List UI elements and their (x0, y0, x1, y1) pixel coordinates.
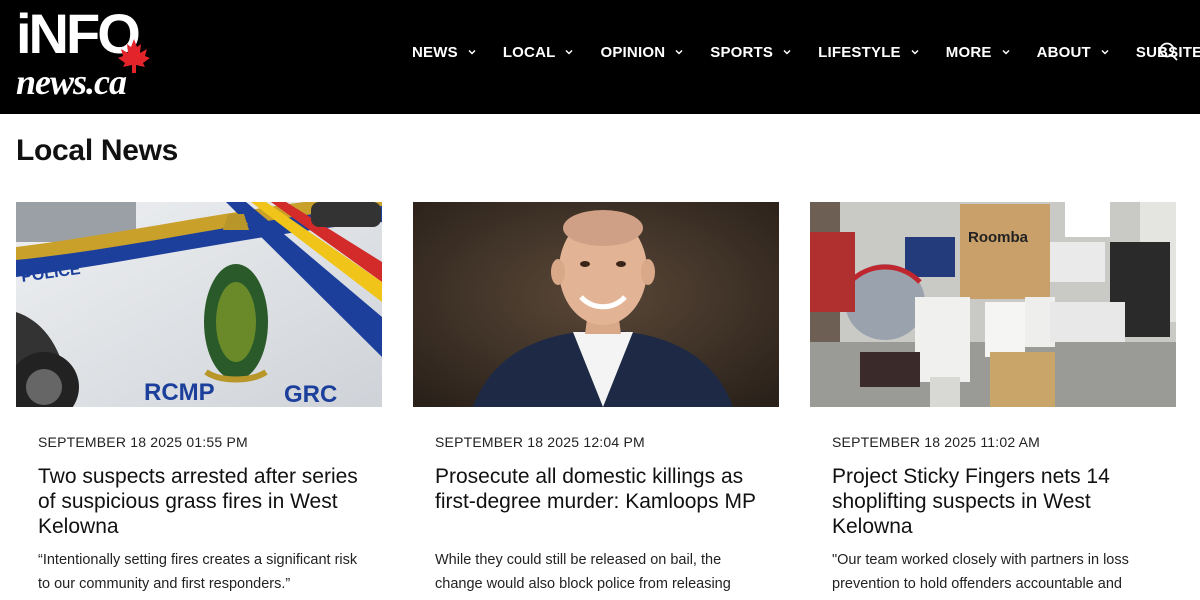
nav-item-label: LIFESTYLE (818, 43, 901, 61)
image-text-grc: GRC (284, 381, 337, 407)
logo-line2: news.ca (16, 62, 127, 102)
nav-item-label: NEWS (412, 43, 458, 61)
chevron-down-icon (911, 49, 919, 55)
chevron-down-icon (1002, 49, 1010, 55)
article-date: SEPTEMBER 18 2025 11:02 AM (832, 434, 1041, 450)
nav-item-opinion[interactable]: OPINION (600, 44, 684, 61)
article-card[interactable]: Roomba SEPTEMBER 18 2025 11:02 AM Projec… (810, 202, 1176, 592)
article-title[interactable]: Two suspects arrested after series of su… (38, 464, 368, 539)
article-title[interactable]: Project Sticky Fingers nets 14 shoplifti… (832, 464, 1162, 539)
image-text-rcmp: RCMP (144, 379, 215, 406)
nav-item-about[interactable]: ABOUT (1037, 44, 1110, 61)
article-image-rcmp[interactable]: POLICE RCMP GRC (16, 202, 382, 407)
article-card[interactable]: POLICE RCMP GRC SEPTEMBER 18 2025 01:55 … (16, 202, 382, 592)
search-icon[interactable] (1158, 41, 1180, 63)
nav-item-label: MORE (945, 43, 992, 61)
chevron-down-icon (565, 49, 574, 55)
nav-item-local[interactable]: LOCAL (503, 44, 575, 61)
article-date: SEPTEMBER 18 2025 01:55 PM (38, 434, 248, 450)
page-title: Local News (16, 134, 179, 167)
article-excerpt: "Our team worked closely with partners i… (832, 552, 1129, 592)
article-date: SEPTEMBER 18 2025 12:04 PM (435, 434, 645, 450)
article-image-stolen-goods[interactable]: Roomba (810, 202, 1176, 407)
site-logo[interactable]: iNFO news.ca (14, 4, 154, 104)
nav-item-sports[interactable]: SPORTS (710, 44, 792, 61)
nav-item-label: LOCAL (502, 43, 556, 61)
nav-item-lifestyle[interactable]: LIFESTYLE (818, 44, 920, 61)
nav-item-label: OPINION (600, 43, 666, 61)
site-header: iNFO news.ca NEWS LOCAL OPINION SPORTS L… (0, 0, 1200, 114)
article-excerpt: While they could still be released on ba… (435, 552, 731, 592)
article-image-portrait[interactable] (413, 202, 779, 407)
nav-item-more[interactable]: MORE (946, 44, 1011, 61)
article-excerpt: “Intentionally setting fires creates a s… (38, 552, 358, 592)
nav-item-label: ABOUT (1036, 43, 1091, 61)
nav-item-label: SPORTS (710, 43, 774, 61)
main-nav: NEWS LOCAL OPINION SPORTS LIFESTYLE MORE… (412, 38, 1200, 66)
nav-item-news[interactable]: NEWS (412, 44, 477, 61)
image-box-label: Roomba (968, 229, 1029, 246)
chevron-down-icon (1101, 49, 1109, 55)
article-title[interactable]: Prosecute all domestic killings as first… (435, 464, 765, 514)
chevron-down-icon (675, 49, 683, 55)
chevron-down-icon (468, 49, 476, 55)
chevron-down-icon (783, 49, 791, 55)
article-card[interactable]: SEPTEMBER 18 2025 12:04 PM Prosecute all… (413, 202, 779, 592)
